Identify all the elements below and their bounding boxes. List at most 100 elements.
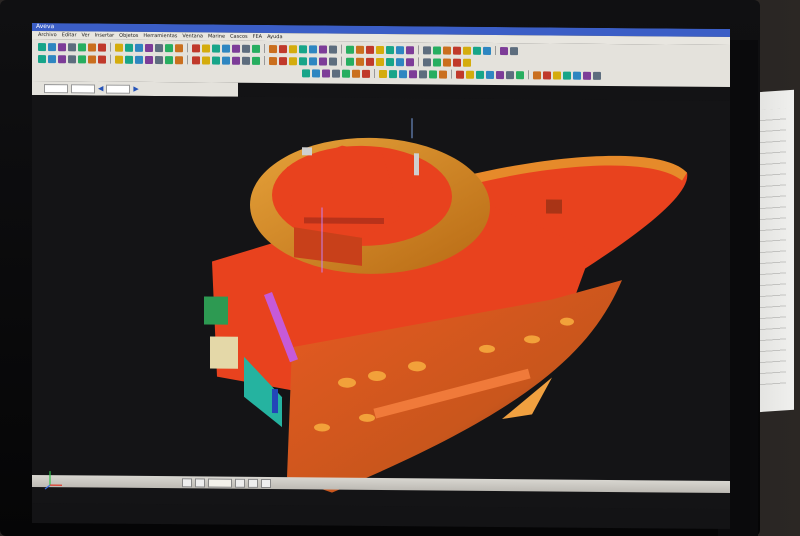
toolbar-tool-icon[interactable] [506, 70, 514, 79]
toolbar-tool-icon[interactable] [463, 46, 471, 55]
toolbar-tool-icon[interactable] [366, 57, 374, 66]
toolbar-tool-icon[interactable] [593, 71, 601, 80]
toolbar-tool-icon[interactable] [543, 70, 551, 79]
toolbar-tool-icon[interactable] [232, 56, 240, 65]
toolbar-tool-icon[interactable] [329, 57, 337, 66]
toolbar-tool-icon[interactable] [192, 43, 200, 52]
toolbar-tool-icon[interactable] [439, 70, 447, 79]
toolbar-tool-icon[interactable] [202, 43, 210, 53]
toolbar-tool-icon[interactable] [329, 45, 337, 54]
toolbar-tool-icon[interactable] [443, 58, 451, 67]
status-button[interactable] [248, 478, 258, 488]
toolbar-tool-icon[interactable] [332, 69, 340, 78]
toolbar-tool-icon[interactable] [88, 42, 96, 52]
toolbar-tool-icon[interactable] [289, 44, 297, 53]
toolbar-tool-icon[interactable] [279, 56, 287, 65]
toolbar-tool-icon[interactable] [212, 56, 220, 65]
toolbar-tool-icon[interactable] [366, 45, 374, 54]
toolbar-tool-icon[interactable] [406, 45, 414, 54]
toolbar-tool-icon[interactable] [346, 45, 354, 54]
toolbar-tool-icon[interactable] [302, 68, 310, 77]
menu-item[interactable]: Insertar [95, 32, 114, 40]
menu-item[interactable]: Marine [208, 32, 225, 40]
menu-item[interactable]: Ventana [182, 32, 203, 40]
toolbar-tool-icon[interactable] [396, 45, 404, 54]
toolbar-tool-icon[interactable] [356, 57, 364, 66]
toolbar-tool-icon[interactable] [406, 57, 414, 66]
toolbar-tool-icon[interactable] [453, 46, 461, 55]
toolbar-tool-icon[interactable] [98, 43, 106, 52]
toolbar-tool-icon[interactable] [222, 56, 230, 65]
toolbar-tool-icon[interactable] [269, 44, 277, 53]
toolbar-tool-icon[interactable] [342, 69, 350, 78]
toolbar-tool-icon[interactable] [362, 69, 370, 78]
toolbar-tool-icon[interactable] [433, 57, 441, 67]
toolbar-tool-icon[interactable] [456, 70, 464, 79]
toolbar-tool-icon[interactable] [386, 57, 394, 66]
toolbar-tool-icon[interactable] [192, 55, 200, 64]
toolbar-tool-icon[interactable] [202, 55, 210, 65]
toolbar-tool-icon[interactable] [473, 46, 481, 55]
toolbar-tool-icon[interactable] [352, 69, 360, 78]
toolbar-tool-icon[interactable] [78, 42, 86, 51]
menu-item[interactable]: Ayuda [267, 33, 282, 41]
toolbar-tool-icon[interactable] [419, 69, 427, 78]
toolbar-tool-icon[interactable] [423, 57, 431, 66]
3d-viewport[interactable] [32, 94, 730, 510]
toolbar-tool-icon[interactable] [312, 68, 320, 77]
toolbar-tool-icon[interactable] [165, 43, 173, 52]
toolbar-tool-icon[interactable] [396, 57, 404, 66]
toolbar-tool-icon[interactable] [232, 44, 240, 53]
toolbar-tool-icon[interactable] [279, 44, 287, 53]
toolbar-tool-icon[interactable] [289, 56, 297, 65]
toolbar-tool-icon[interactable] [533, 70, 541, 79]
toolbar-tool-icon[interactable] [409, 69, 417, 78]
toolbar-tool-icon[interactable] [252, 44, 260, 53]
toolbar-tool-icon[interactable] [322, 68, 330, 78]
toolbar-tool-icon[interactable] [399, 69, 407, 78]
toolbar-tool-icon[interactable] [145, 55, 153, 64]
toolbar-tool-icon[interactable] [155, 43, 163, 52]
toolbar-tool-icon[interactable] [356, 45, 364, 54]
toolbar-tool-icon[interactable] [433, 45, 441, 55]
toolbar-tool-icon[interactable] [486, 70, 494, 79]
arrow-left-icon[interactable]: ◀ [98, 85, 103, 93]
status-button[interactable] [261, 478, 271, 488]
toolbar-tool-icon[interactable] [175, 55, 183, 64]
toolbar-tool-icon[interactable] [386, 45, 394, 54]
toolbar-tool-icon[interactable] [125, 43, 133, 52]
toolbar-tool-icon[interactable] [252, 56, 260, 65]
toolbar-tool-icon[interactable] [242, 44, 250, 53]
toolbar-tool-icon[interactable] [48, 42, 56, 51]
toolbar-tool-icon[interactable] [269, 56, 277, 65]
toolbar-tool-icon[interactable] [573, 71, 581, 80]
toolbar-tool-icon[interactable] [88, 54, 96, 64]
toolbar-tool-icon[interactable] [125, 55, 133, 64]
view-field-c[interactable] [106, 84, 131, 94]
toolbar-tool-icon[interactable] [115, 55, 123, 64]
toolbar-tool-icon[interactable] [38, 54, 46, 63]
view-field-a[interactable] [44, 83, 68, 93]
toolbar-tool-icon[interactable] [38, 42, 46, 51]
toolbar-tool-icon[interactable] [423, 45, 431, 54]
toolbar-tool-icon[interactable] [135, 55, 143, 64]
toolbar-tool-icon[interactable] [299, 56, 307, 65]
toolbar-tool-icon[interactable] [165, 55, 173, 64]
toolbar-tool-icon[interactable] [242, 56, 250, 65]
toolbar-tool-icon[interactable] [496, 70, 504, 79]
toolbar-tool-icon[interactable] [58, 42, 66, 51]
toolbar-tool-icon[interactable] [553, 71, 561, 80]
toolbar-tool-icon[interactable] [379, 69, 387, 78]
toolbar-tool-icon[interactable] [145, 43, 153, 52]
toolbar-tool-icon[interactable] [466, 70, 474, 79]
toolbar-tool-icon[interactable] [68, 54, 76, 63]
status-button[interactable] [195, 477, 205, 487]
menu-item[interactable]: FEA [253, 33, 262, 41]
view-field-b[interactable] [71, 83, 95, 94]
menu-item[interactable]: Archivo [38, 31, 57, 39]
toolbar-tool-icon[interactable] [376, 45, 384, 54]
toolbar-tool-icon[interactable] [376, 57, 384, 66]
toolbar-tool-icon[interactable] [222, 44, 230, 53]
toolbar-tool-icon[interactable] [483, 46, 491, 55]
toolbar-tool-icon[interactable] [309, 56, 317, 65]
